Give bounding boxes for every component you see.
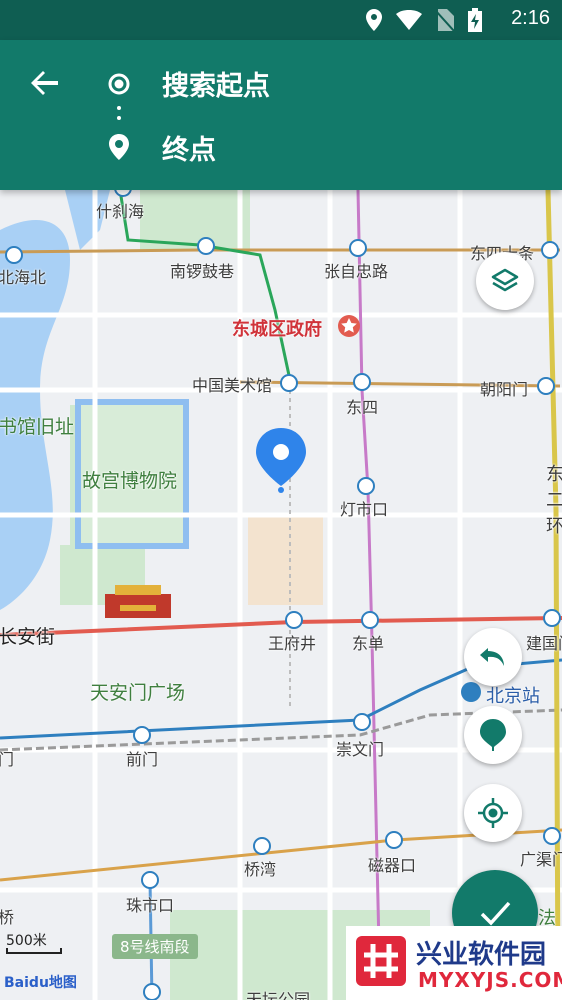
map-label-wangfujing: 王府井: [268, 634, 317, 653]
map-label-men: 门: [0, 750, 15, 769]
map-label-donger: 东二环: [546, 464, 562, 537]
my-location-icon: [478, 798, 508, 828]
map-label-tiantan: 天坛公园: [246, 990, 311, 1000]
watermark-subtitle: MYXYJS.COM: [418, 968, 562, 992]
map-label-guangqumen: 广渠门: [520, 850, 562, 869]
watermark-logo-icon: [356, 936, 406, 986]
map-label-beihaibei: 北海北: [0, 268, 47, 287]
map-label-dongdan: 东单: [352, 634, 385, 653]
map-label-shuguanjiuzhi: 书馆旧址: [0, 416, 75, 438]
battery-charging-icon: [468, 8, 482, 32]
layers-button[interactable]: [476, 252, 534, 310]
undo-button[interactable]: [464, 628, 522, 686]
end-point-input[interactable]: 终点: [162, 128, 216, 167]
map-label-zhushikou: 珠市口: [126, 896, 175, 915]
map-label-tiananmen: 天安门广场: [90, 682, 186, 704]
map-label-chaoyangmen: 朝阳门: [480, 380, 529, 399]
start-point-input[interactable]: 搜索起点: [162, 64, 270, 103]
start-point-icon: [108, 73, 130, 95]
route-search-bar: 搜索起点 终点: [0, 40, 562, 190]
map-label-shichahai: 什刹海: [96, 202, 145, 221]
map-label-qianmen: 前门: [126, 750, 159, 769]
map-label-changanjie: 长安街: [0, 626, 56, 648]
location-icon: [366, 9, 382, 31]
back-arrow-icon[interactable]: [28, 66, 62, 100]
map-label-qiao: 桥: [0, 908, 15, 927]
baidu-logo: Baidu地图: [4, 975, 77, 991]
wifi-icon: [396, 10, 422, 30]
scale-label: 500米: [6, 933, 47, 949]
map-label-jianguomen: 建国门: [526, 634, 562, 653]
layers-icon: [491, 268, 519, 292]
map-label-dongsi: 东四: [346, 398, 379, 417]
map-label-nanluoguxiang: 南锣鼓巷: [170, 262, 235, 281]
map-label-qiaowan: 桥湾: [244, 860, 277, 879]
status-bar: 2:16: [0, 0, 562, 40]
map-label-meishuguan: 中国美术馆: [192, 376, 273, 395]
watermark-title: 兴业软件园: [416, 940, 547, 970]
drop-pin-icon: [480, 719, 506, 751]
map-label-chongwenmen: 崇文门: [336, 740, 385, 759]
end-point-icon: [109, 134, 129, 160]
my-location-button[interactable]: [464, 784, 522, 842]
map-label-gugong: 故宫博物院: [82, 470, 178, 492]
map-label-dengshikou: 灯市口: [340, 500, 389, 519]
scale-bar: [6, 948, 62, 954]
route-badge: 8号线南段: [112, 934, 198, 959]
watermark: 兴业软件园 MYXYJS.COM: [346, 926, 562, 1000]
map-label-ciqikou: 磁器口: [368, 856, 417, 875]
map-label-dongchengqu: 东城区政府: [232, 319, 322, 340]
status-time: 2:16: [511, 7, 550, 29]
undo-icon: [480, 648, 504, 666]
no-sim-icon: [436, 9, 454, 31]
status-icons: [366, 8, 482, 32]
map-label-zhangzizhonglu: 张自忠路: [324, 262, 389, 281]
drop-pin-button[interactable]: [464, 706, 522, 764]
route-dots: [117, 106, 121, 120]
